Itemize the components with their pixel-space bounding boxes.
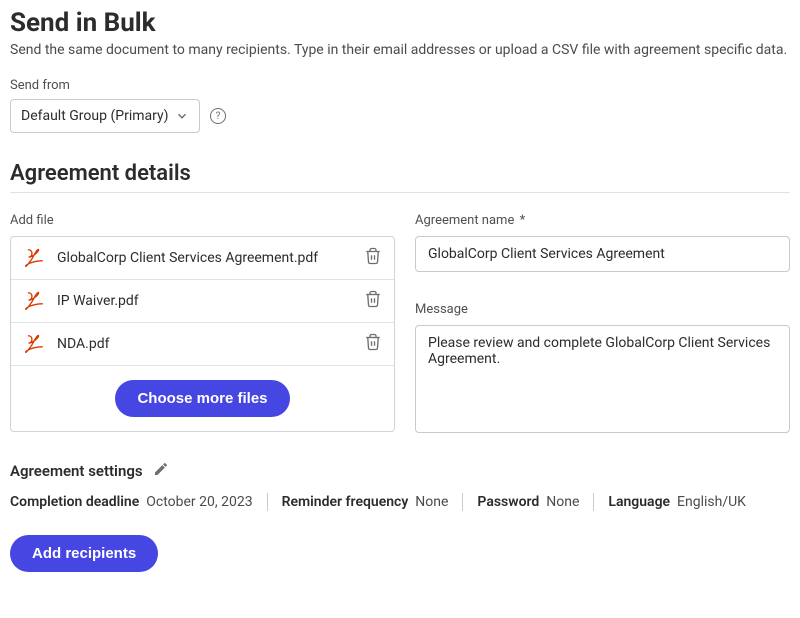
- file-name: IP Waiver.pdf: [57, 293, 352, 309]
- pencil-icon[interactable]: [153, 461, 169, 481]
- file-name: NDA.pdf: [57, 336, 352, 352]
- chevron-down-icon: [175, 109, 189, 123]
- send-from-dropdown[interactable]: Default Group (Primary): [10, 99, 200, 133]
- help-icon[interactable]: ?: [210, 108, 226, 124]
- separator: [593, 493, 594, 511]
- file-row[interactable]: IP Waiver.pdf: [11, 280, 394, 323]
- agreement-settings-summary: Completion deadline October 20, 2023 Rem…: [10, 493, 790, 511]
- separator: [462, 493, 463, 511]
- file-row[interactable]: GlobalCorp Client Services Agreement.pdf: [11, 237, 394, 280]
- send-from-selected: Default Group (Primary): [21, 108, 168, 124]
- message-label: Message: [415, 302, 790, 317]
- message-textarea[interactable]: [415, 325, 790, 433]
- pdf-icon: [23, 333, 45, 355]
- add-recipients-button[interactable]: Add recipients: [10, 535, 158, 572]
- file-name: GlobalCorp Client Services Agreement.pdf: [57, 250, 352, 266]
- file-row[interactable]: NDA.pdf: [11, 323, 394, 366]
- send-from-label: Send from: [10, 78, 790, 93]
- trash-icon[interactable]: [364, 290, 382, 312]
- pdf-icon: [23, 247, 45, 269]
- file-list: GlobalCorp Client Services Agreement.pdf…: [10, 236, 395, 432]
- divider: [10, 192, 790, 193]
- separator: [267, 493, 268, 511]
- agreement-name-input[interactable]: [415, 236, 790, 272]
- agreement-name-label: Agreement name *: [415, 213, 790, 228]
- add-file-label: Add file: [10, 213, 395, 228]
- pdf-icon: [23, 290, 45, 312]
- agreement-settings-title: Agreement settings: [10, 462, 143, 480]
- trash-icon[interactable]: [364, 247, 382, 269]
- page-title: Send in Bulk: [10, 8, 790, 38]
- page-subtitle: Send the same document to many recipient…: [10, 42, 790, 58]
- trash-icon[interactable]: [364, 333, 382, 355]
- agreement-details-title: Agreement details: [10, 161, 790, 186]
- choose-more-files-button[interactable]: Choose more files: [115, 380, 289, 417]
